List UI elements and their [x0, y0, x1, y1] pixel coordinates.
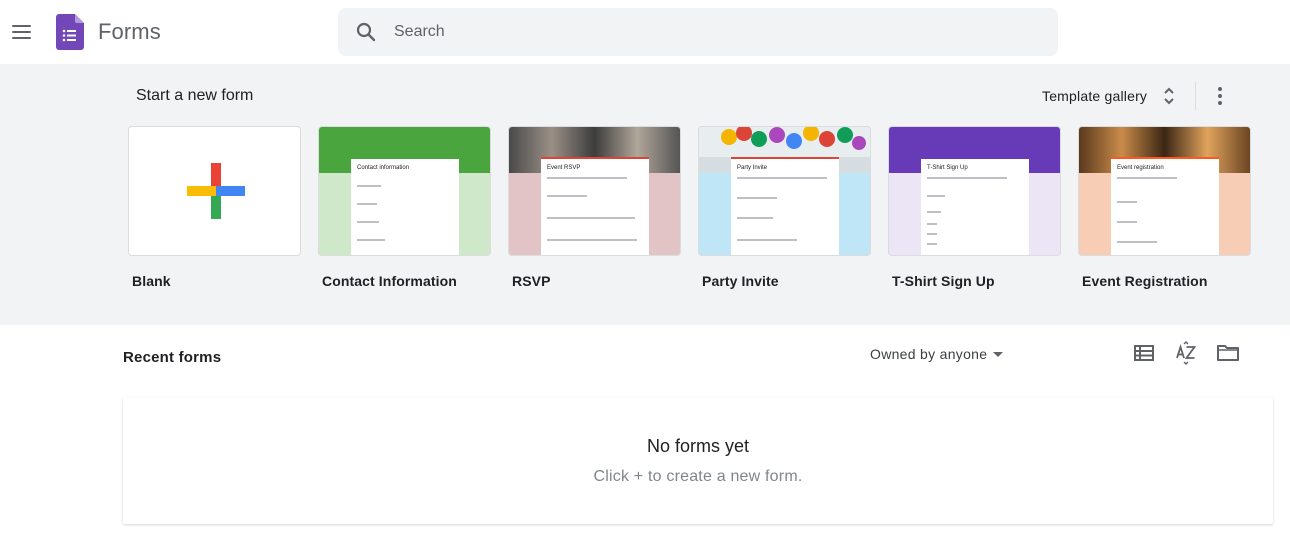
sheet-line — [927, 211, 941, 213]
template-event-registration[interactable]: Event registration Event Registration — [1078, 126, 1251, 289]
owner-filter-dropdown[interactable]: Owned by anyone — [864, 340, 1009, 368]
template-label: T-Shirt Sign Up — [892, 273, 995, 289]
template-party-invite[interactable]: Party Invite Party Invite — [698, 126, 871, 289]
sheet-title: Party Invite — [737, 165, 768, 171]
hamburger-icon-bar — [12, 31, 31, 33]
template-thumbnail[interactable]: Event RSVP — [508, 126, 681, 256]
sheet-line — [737, 197, 777, 199]
template-thumbnail[interactable]: T-Shirt Sign Up — [888, 126, 1061, 256]
template-sheet-preview: Party Invite — [731, 157, 839, 255]
list-view-icon[interactable] — [1132, 341, 1156, 365]
sheet-line — [927, 243, 937, 245]
template-contact-information[interactable]: Contact information Contact Information — [318, 126, 491, 289]
sheet-line — [737, 217, 773, 219]
plus-icon — [187, 163, 245, 219]
sheet-line — [547, 239, 637, 241]
template-thumbnail[interactable]: Contact information — [318, 126, 491, 256]
hamburger-icon — [12, 25, 31, 27]
app-header: Forms — [0, 0, 1290, 64]
app-title[interactable]: Forms — [98, 19, 161, 45]
more-vert-icon[interactable] — [1206, 80, 1234, 112]
folder-icon[interactable] — [1216, 341, 1240, 365]
sheet-line — [927, 177, 1007, 179]
sheet-title: Event registration — [1117, 165, 1164, 171]
sort-az-icon[interactable] — [1174, 341, 1198, 365]
sheet-title: T-Shirt Sign Up — [927, 165, 968, 171]
template-rsvp[interactable]: Event RSVP RSVP — [508, 126, 681, 289]
sheet-line — [1117, 241, 1157, 243]
template-sheet-preview: Event registration — [1111, 157, 1219, 255]
sheet-line — [1117, 201, 1137, 203]
toolbar-divider — [1195, 82, 1196, 110]
sheet-line — [927, 233, 937, 235]
empty-state-subtitle: Click + to create a new form. — [593, 468, 803, 485]
template-thumbnail[interactable]: Event registration — [1078, 126, 1251, 256]
dropdown-caret-icon — [993, 351, 1004, 357]
template-gallery-button[interactable]: Template gallery — [1034, 78, 1189, 114]
sheet-line — [927, 223, 937, 225]
sheet-line — [547, 217, 635, 219]
sheet-line — [927, 195, 945, 197]
sheet-line — [547, 195, 587, 197]
template-tshirt-sign-up[interactable]: T-Shirt Sign Up T-Shirt Sign Up — [888, 126, 1061, 289]
template-sheet-preview: T-Shirt Sign Up — [921, 157, 1029, 255]
sheet-line — [737, 239, 797, 241]
search-bar[interactable] — [338, 8, 1058, 56]
template-label: Blank — [132, 273, 171, 289]
empty-state-card: No forms yet Click + to create a new for… — [123, 397, 1273, 524]
template-label: Party Invite — [702, 273, 779, 289]
recent-forms-title: Recent forms — [123, 349, 222, 366]
template-label: Contact Information — [322, 273, 457, 289]
unfold-more-icon — [1164, 87, 1174, 105]
sheet-line — [1117, 177, 1177, 179]
hamburger-icon-bar — [12, 37, 31, 39]
main-menu-button[interactable] — [8, 16, 36, 48]
start-new-form-title: Start a new form — [136, 87, 254, 104]
sheet-line — [357, 203, 377, 205]
sheet-line — [357, 221, 379, 223]
empty-state-title: No forms yet — [646, 436, 750, 456]
sheet-line — [1117, 221, 1137, 223]
owner-filter-label: Owned by anyone — [870, 346, 988, 362]
sheet-title: Contact information — [357, 165, 410, 171]
sheet-line — [547, 177, 627, 179]
template-sheet-preview: Contact information — [351, 157, 459, 255]
template-sheet-preview: Event RSVP — [541, 157, 649, 255]
search-input[interactable] — [394, 20, 1034, 44]
sheet-title: Event RSVP — [547, 165, 581, 171]
search-icon[interactable] — [354, 20, 378, 44]
template-label: RSVP — [512, 273, 551, 289]
sheet-line — [357, 239, 385, 241]
template-thumbnail[interactable] — [128, 126, 301, 256]
template-label: Event Registration — [1082, 273, 1208, 289]
sheet-line — [737, 177, 827, 179]
template-blank[interactable]: Blank — [128, 126, 301, 289]
forms-logo-icon[interactable] — [56, 14, 84, 50]
template-thumbnail[interactable]: Party Invite — [698, 126, 871, 256]
sheet-line — [357, 185, 381, 187]
template-section: Start a new form Template gallery Blank … — [0, 64, 1290, 325]
template-gallery-label: Template gallery — [1042, 88, 1148, 104]
